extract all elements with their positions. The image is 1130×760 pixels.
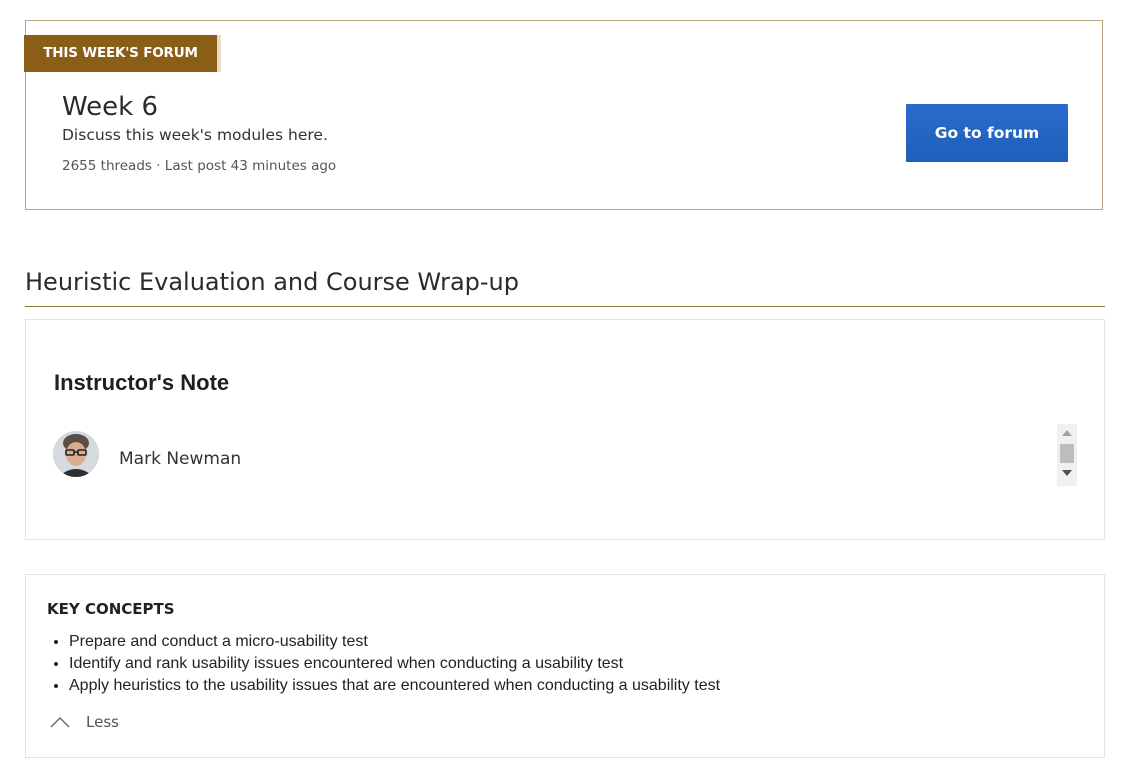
scroll-thumb[interactable]	[1060, 444, 1074, 463]
key-concepts-heading: KEY CONCEPTS	[47, 600, 175, 618]
scroll-up-arrow-icon[interactable]	[1062, 430, 1072, 436]
scrollbar[interactable]	[1057, 424, 1077, 486]
key-concepts-list: Prepare and conduct a micro-usability te…	[47, 631, 720, 697]
instructor-note-card: Instructor's Note Mark Newman	[25, 319, 1105, 540]
list-item: Identify and rank usability issues encou…	[69, 653, 720, 675]
forum-title: Week 6	[62, 92, 159, 122]
section-title: Heuristic Evaluation and Course Wrap-up	[25, 268, 519, 296]
chevron-up-icon	[50, 716, 70, 728]
go-to-forum-button[interactable]: Go to forum	[906, 104, 1068, 162]
forum-meta: 2655 threads · Last post 43 minutes ago	[62, 158, 337, 174]
key-concepts-card: KEY CONCEPTS Prepare and conduct a micro…	[25, 574, 1105, 758]
forum-tag: THIS WEEK'S FORUM	[24, 35, 221, 72]
less-toggle-label: Less	[86, 713, 119, 731]
section-divider	[25, 306, 1105, 307]
forum-card: THIS WEEK'S FORUM Week 6 Discuss this we…	[24, 20, 1103, 210]
list-item: Prepare and conduct a micro-usability te…	[69, 631, 720, 653]
instructor-name: Mark Newman	[119, 449, 242, 469]
scroll-down-arrow-icon[interactable]	[1062, 470, 1072, 476]
less-toggle-button[interactable]: Less	[50, 713, 119, 731]
list-item: Apply heuristics to the usability issues…	[69, 675, 720, 697]
instructor-note-heading: Instructor's Note	[54, 370, 230, 395]
avatar	[53, 431, 99, 477]
forum-description: Discuss this week's modules here.	[62, 126, 328, 144]
